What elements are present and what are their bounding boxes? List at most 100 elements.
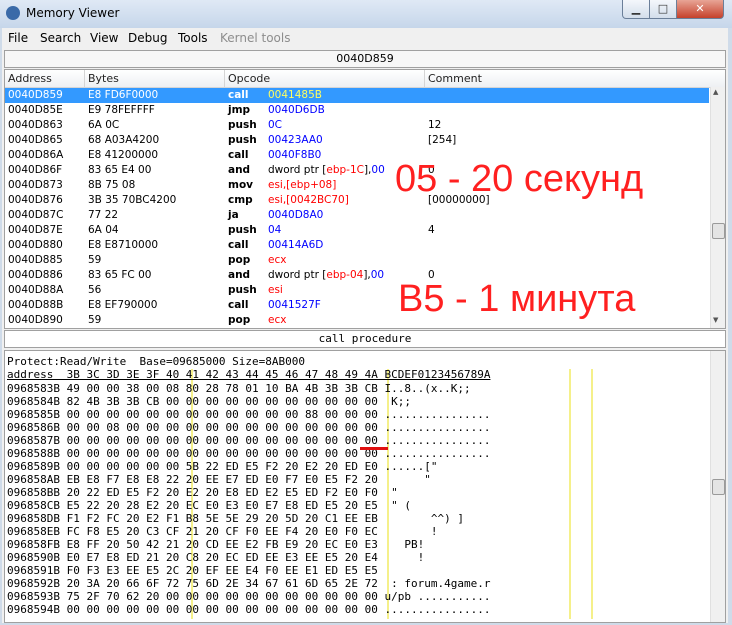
minimize-button[interactable]: ▁ [622, 0, 650, 19]
hex-row[interactable]: 0968584B 82 4B 3B 3B CB 00 00 00 00 00 0… [7, 395, 411, 408]
menu-tools[interactable]: Tools [178, 31, 208, 45]
disassembler-scrollbar[interactable]: ▲ ▼ [710, 87, 725, 328]
row-opcode: cmp [228, 194, 253, 206]
hex-scroll-thumb[interactable] [712, 479, 725, 495]
hex-row[interactable]: 0968593B 75 2F 70 62 20 00 00 00 00 00 0… [7, 590, 490, 603]
menu-file[interactable]: File [8, 31, 28, 45]
disassembler-header: Address Bytes Opcode Comment [5, 70, 725, 88]
hex-row[interactable]: 0968589B 00 00 00 00 00 00 5B 22 ED E5 F… [7, 460, 437, 473]
hex-row[interactable]: 0968588B 00 00 00 00 00 00 00 00 00 00 0… [7, 447, 490, 460]
row-opcode: and [228, 164, 251, 176]
disasm-row[interactable]: 0040D880 E8 E8710000 call 00414A6D [5, 238, 709, 253]
row-opcode: pop [228, 314, 251, 326]
scroll-up-icon[interactable]: ▲ [713, 88, 718, 96]
row-opcode: push [228, 284, 257, 296]
disasm-row[interactable]: 0040D865 68 A03A4200 push 00423AA0 [254] [5, 133, 709, 148]
protection-info: Protect:Read/Write Base=09685000 Size=8A… [7, 355, 306, 368]
column-bytes[interactable]: Bytes [88, 72, 119, 85]
disasm-row[interactable]: 0040D87C 77 22 ja 0040D8A0 [5, 208, 709, 223]
hex-row[interactable]: 0968587B 00 00 00 00 00 00 00 00 00 00 0… [7, 434, 490, 447]
disasm-row[interactable]: 0040D85E E9 78FEFFFF jmp 0040D6DB [5, 103, 709, 118]
overlay-text-1: 05 - 20 секунд [395, 158, 644, 200]
row-address: 0040D876 [8, 194, 63, 206]
row-operand: esi,[ebp+08] [268, 179, 337, 191]
hex-row[interactable]: 096858DB F1 F2 FC 20 E2 F1 B8 5E 5E 29 2… [7, 512, 464, 525]
hex-row[interactable]: 0968594B 00 00 00 00 00 00 00 00 00 00 0… [7, 603, 490, 616]
hex-row[interactable]: 096858EB FC F8 E5 20 C3 CF 21 20 CF F0 E… [7, 525, 437, 538]
row-bytes: 77 22 [88, 209, 119, 221]
hex-row[interactable]: 0968585B 00 00 00 00 00 00 00 00 00 00 0… [7, 408, 490, 421]
title-bar: Memory Viewer ▁ □ ✕ [0, 0, 732, 28]
row-address: 0040D865 [8, 134, 63, 146]
row-address: 0040D880 [8, 239, 63, 251]
row-opcode: call [228, 239, 249, 251]
disasm-row[interactable]: 0040D863 6A 0C push 0C 12 [5, 118, 709, 133]
row-operand: 0041485B [268, 89, 322, 101]
app-icon [6, 6, 20, 20]
row-operand: ecx [268, 314, 287, 326]
menu-view[interactable]: View [90, 31, 118, 45]
row-opcode: push [228, 224, 257, 236]
row-bytes: 3B 35 70BC4200 [88, 194, 177, 206]
column-address[interactable]: Address [8, 72, 52, 85]
row-opcode: push [228, 119, 257, 131]
window-title: Memory Viewer [26, 6, 120, 20]
column-marker [591, 369, 593, 619]
row-opcode: pop [228, 254, 251, 266]
disasm-row[interactable]: 0040D859 E8 FD6F0000 call 0041485B [5, 88, 709, 103]
column-comment[interactable]: Comment [428, 72, 482, 85]
scroll-thumb[interactable] [712, 223, 725, 239]
row-bytes: 6A 04 [88, 224, 119, 236]
row-bytes: 8B 75 08 [88, 179, 136, 191]
row-address: 0040D886 [8, 269, 63, 281]
menu-kernel-tools: Kernel tools [220, 31, 291, 45]
row-operand: esi [268, 284, 283, 296]
hex-row[interactable]: 096858BB 20 22 ED E5 F2 20 E2 20 E8 ED E… [7, 486, 398, 499]
disasm-row[interactable]: 0040D885 59 pop ecx [5, 253, 709, 268]
row-address: 0040D87C [8, 209, 64, 221]
row-comment: 4 [428, 224, 435, 236]
row-comment: [254] [428, 134, 457, 146]
instruction-description: call procedure [4, 330, 726, 348]
column-opcode[interactable]: Opcode [228, 72, 270, 85]
memory-viewer-body: File Search View Debug Tools Kernel tool… [2, 28, 728, 623]
close-button[interactable]: ✕ [676, 0, 724, 19]
hex-row[interactable]: 0968591B F0 F3 E3 EE E5 2C 20 EF EE E4 F… [7, 564, 378, 577]
address-bar[interactable]: 0040D859 [4, 50, 726, 68]
row-opcode: push [228, 134, 257, 146]
column-marker [569, 369, 571, 619]
row-bytes: 56 [88, 284, 102, 296]
row-opcode: mov [228, 179, 253, 191]
hex-row[interactable]: 0968586B 00 00 08 00 00 00 00 00 00 00 0… [7, 421, 490, 434]
maximize-button[interactable]: □ [649, 0, 677, 19]
scroll-down-icon[interactable]: ▼ [713, 316, 718, 324]
row-address: 0040D88A [8, 284, 64, 296]
row-operand: 04 [268, 224, 282, 236]
row-bytes: 83 65 E4 00 [88, 164, 152, 176]
row-operand: ecx [268, 254, 287, 266]
hex-row[interactable]: 096858CB E5 22 20 28 E2 20 EC E0 E3 E0 E… [7, 499, 411, 512]
hex-scrollbar[interactable] [710, 351, 725, 622]
row-opcode: call [228, 149, 249, 161]
hex-row[interactable]: 0968583B 49 00 00 38 00 08 80 28 78 01 1… [7, 382, 471, 395]
row-comment: 12 [428, 119, 442, 131]
hex-row[interactable]: 0968592B 20 3A 20 66 6F 72 75 6D 2E 34 6… [7, 577, 490, 590]
row-bytes: E8 E8710000 [88, 239, 159, 251]
row-opcode: jmp [228, 104, 251, 116]
hex-view[interactable]: Protect:Read/Write Base=09685000 Size=8A… [4, 350, 726, 623]
menu-bar: File Search View Debug Tools Kernel tool… [2, 28, 728, 48]
row-address: 0040D863 [8, 119, 63, 131]
row-operand: 0041527F [268, 299, 321, 311]
row-address: 0040D859 [8, 89, 63, 101]
hex-row[interactable]: 096858AB EB E8 F7 E8 E8 22 20 EE E7 ED E… [7, 473, 431, 486]
row-operand: 0C [268, 119, 283, 131]
menu-search[interactable]: Search [40, 31, 81, 45]
row-opcode: and [228, 269, 251, 281]
hex-row[interactable]: 096858FB E8 FF 20 50 42 21 20 CD EE E2 F… [7, 538, 424, 551]
menu-debug[interactable]: Debug [128, 31, 167, 45]
row-bytes: E8 41200000 [88, 149, 159, 161]
row-bytes: 6A 0C [88, 119, 120, 131]
row-address: 0040D87E [8, 224, 63, 236]
disasm-row[interactable]: 0040D87E 6A 04 push 04 4 [5, 223, 709, 238]
hex-row[interactable]: 0968590B E0 E7 E8 ED 21 20 C8 20 EC ED E… [7, 551, 424, 564]
